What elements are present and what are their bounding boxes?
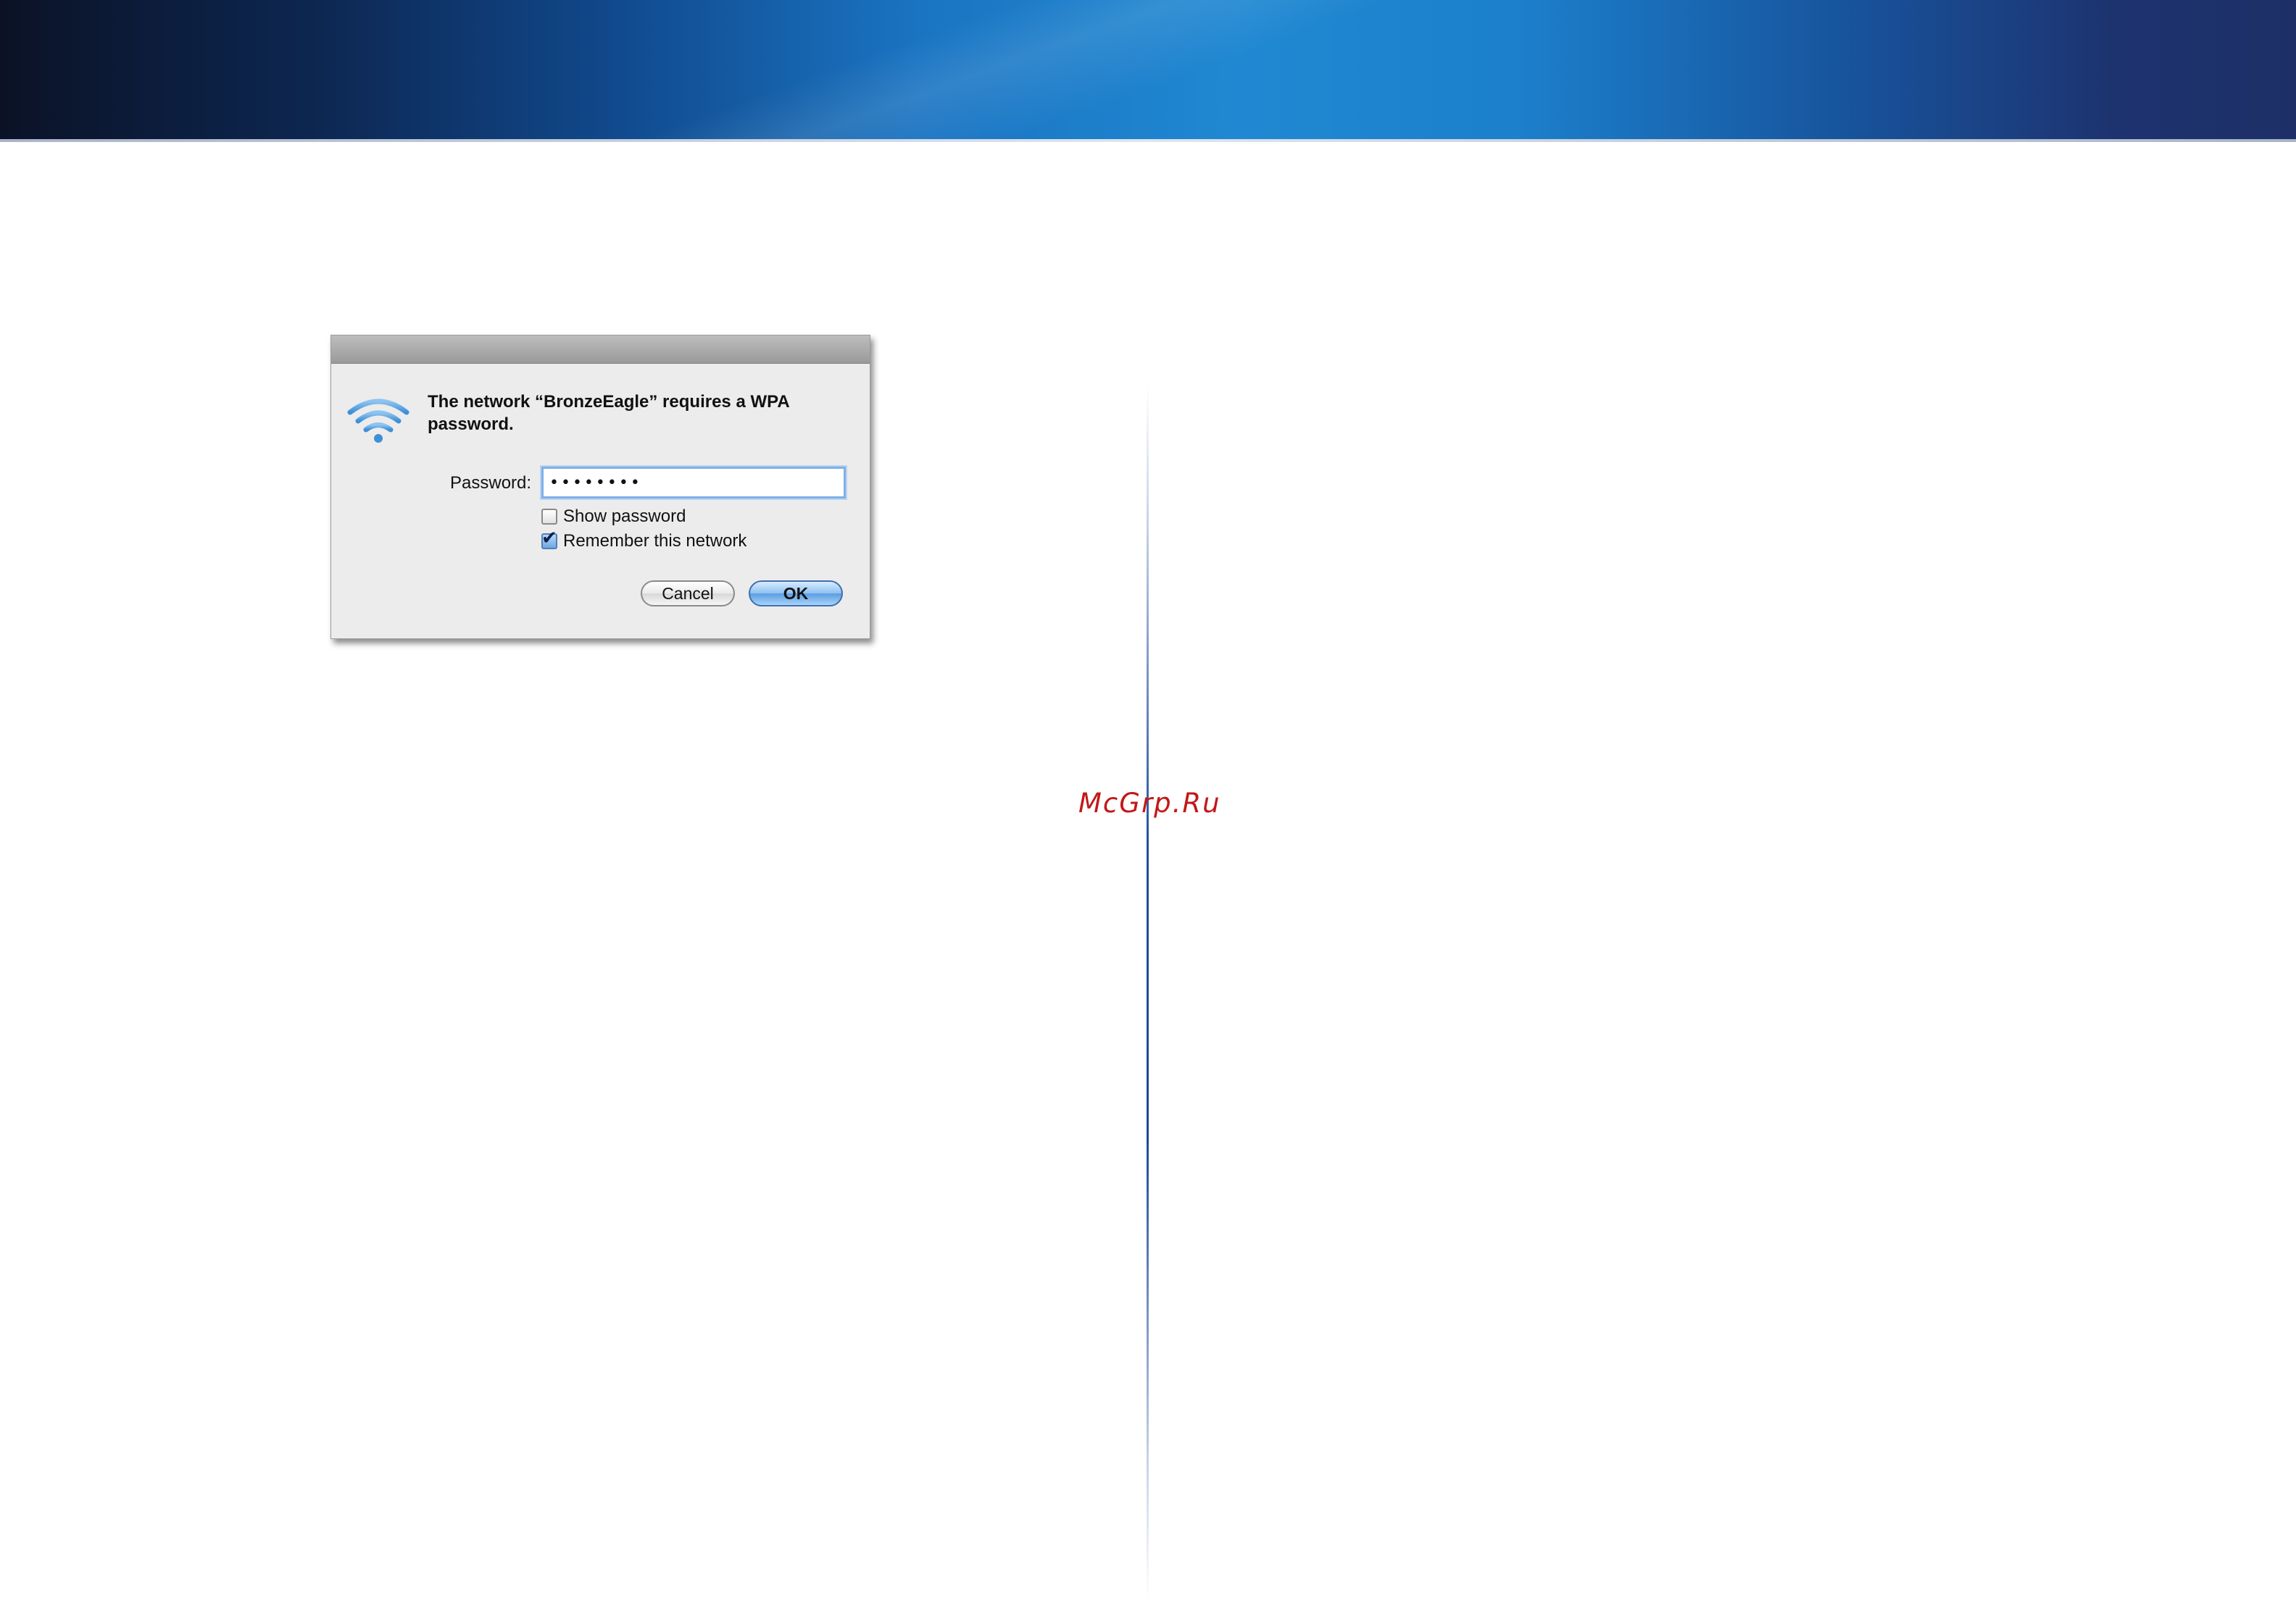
show-password-option[interactable]: Show password (541, 506, 686, 527)
dialog-message: The network “BronzeEagle” requires a WPA… (428, 392, 789, 434)
ok-button[interactable]: OK (749, 580, 843, 606)
remember-network-option[interactable]: ✔ Remember this network (541, 529, 747, 551)
remember-network-checkbox[interactable]: ✔ (541, 529, 557, 549)
top-banner-rule (0, 139, 2296, 142)
show-password-label: Show password (563, 506, 686, 526)
watermark: McGrp.Ru (1078, 788, 1221, 819)
show-password-checkbox[interactable] (541, 509, 557, 525)
cancel-button[interactable]: Cancel (641, 580, 735, 606)
checkmark-icon: ✔ (541, 527, 557, 549)
wifi-icon (347, 399, 409, 443)
wifi-password-dialog: The network “BronzeEagle” requires a WPA… (330, 335, 870, 639)
column-divider (1147, 384, 1149, 1601)
remember-network-label: Remember this network (563, 531, 747, 551)
password-input[interactable] (541, 467, 846, 499)
password-label: Password: (450, 473, 532, 493)
dialog-titlebar[interactable] (331, 335, 870, 364)
top-banner (0, 0, 2296, 141)
